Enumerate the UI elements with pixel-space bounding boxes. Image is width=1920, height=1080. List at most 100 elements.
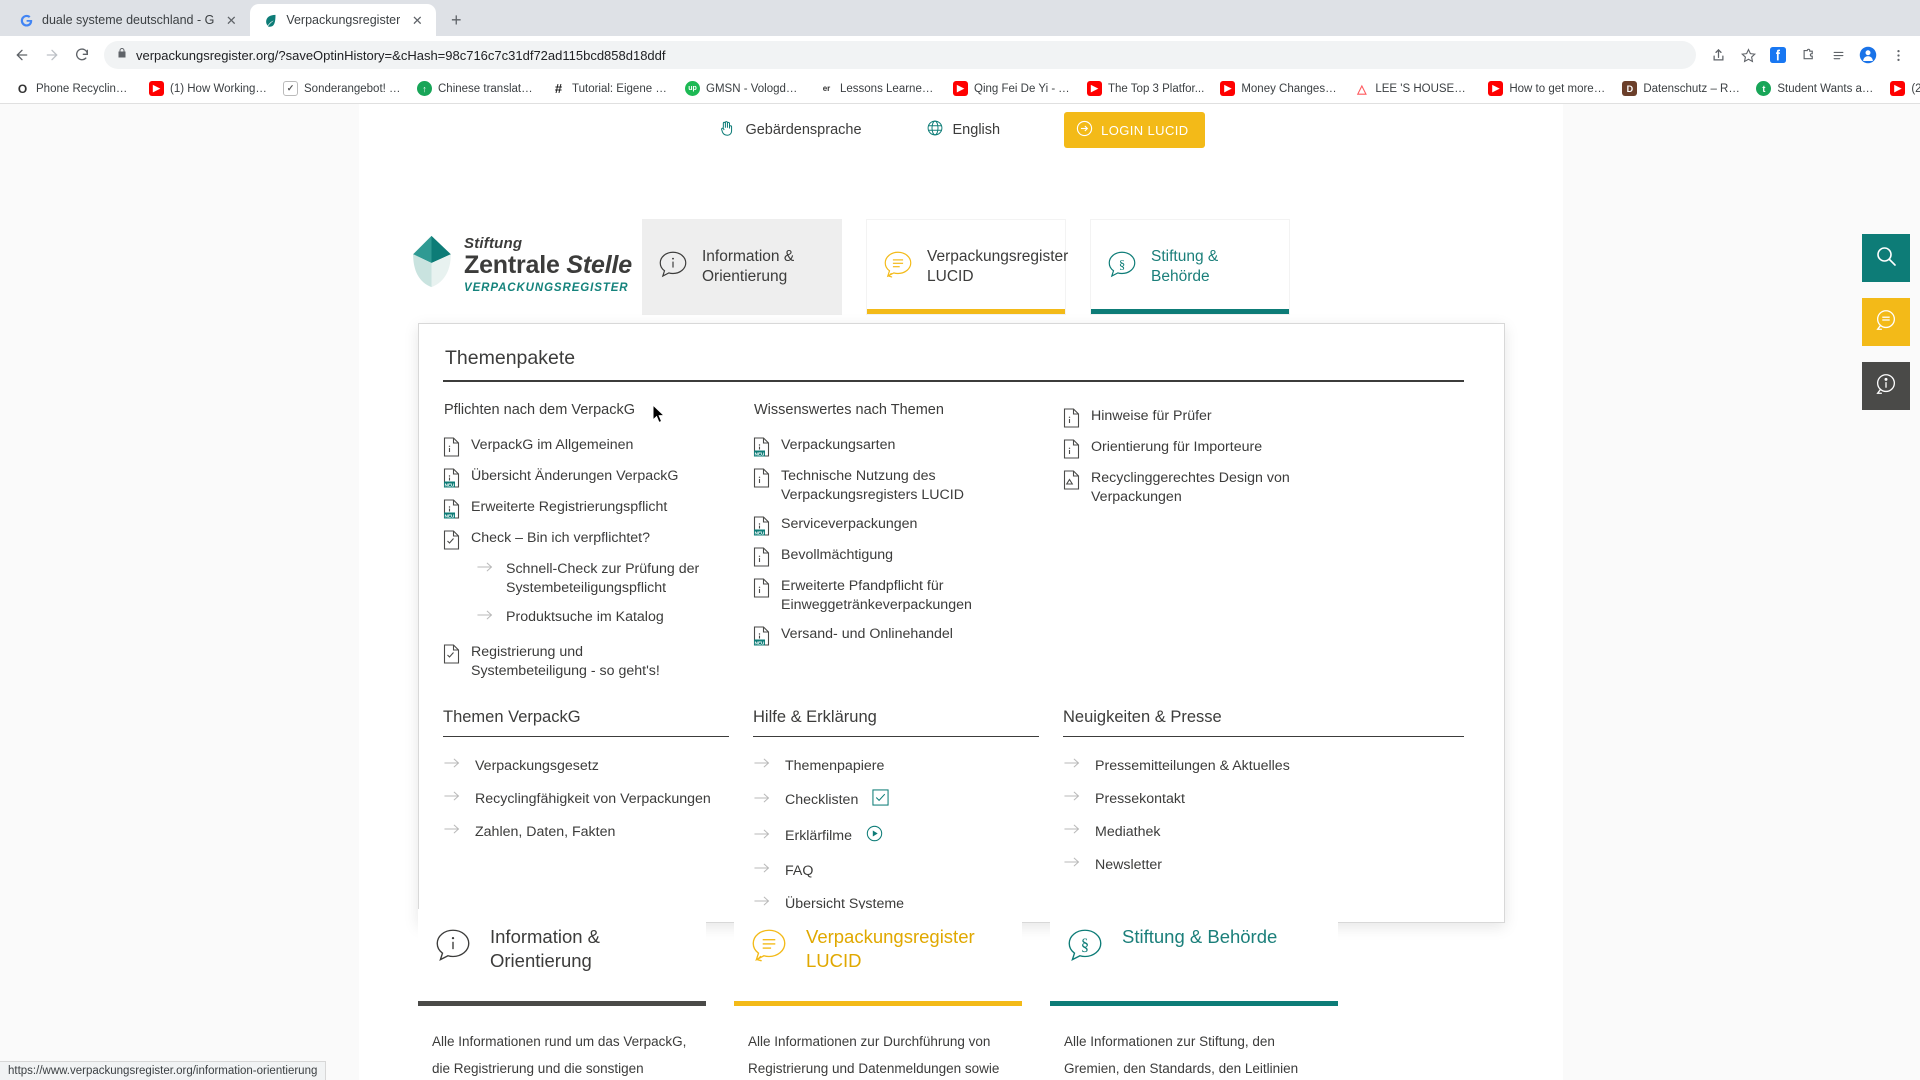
menu-link-recyclinggerechtes-design[interactable]: Recyclinggerechtes Design von Verpackung…: [1063, 464, 1464, 512]
menu-link-serviceverpackungen[interactable]: NEU Serviceverpackungen: [753, 510, 1063, 541]
info-speech-icon: [656, 248, 690, 287]
tab-title: Verpackungsregister: [286, 13, 401, 27]
section-title: Hilfe & Erklärung: [753, 707, 877, 726]
menu-link-versand-onlinehandel[interactable]: NEU Versand- und Onlinehandel: [753, 620, 1063, 651]
bookmark-item[interactable]: O Phone Recycling,...: [8, 78, 140, 99]
nav-tab-stiftung-behoerde[interactable]: § Stiftung & Behörde: [1090, 219, 1290, 315]
section-link-recyclingfaehigkeit[interactable]: Recyclingfähigkeit von Verpackungen: [443, 782, 729, 815]
menu-link-erweiterte-registrierungspflicht[interactable]: NEU Erweiterte Registrierungspflicht: [443, 493, 753, 524]
menu-link-verpackungsarten[interactable]: NEU Verpackungsarten: [753, 431, 1063, 462]
page-viewport: Gebärdensprache English LOGIN LUCID Stif…: [0, 104, 1920, 1080]
bookmark-item[interactable]: D Datenschutz – Re...: [1615, 78, 1747, 99]
bookmark-item[interactable]: ▶ Money Changes E...: [1213, 78, 1345, 99]
bookmark-label: Datenschutz – Re...: [1643, 82, 1741, 95]
doc-info-icon: [753, 468, 770, 488]
teaser-card-verpackungsregister-lucid[interactable]: Verpackungsregister LUCID Alle Informatio…: [734, 909, 1022, 1080]
check-box-icon: [872, 789, 889, 811]
bookmark-favicon: ▶: [953, 81, 968, 96]
site-logo[interactable]: Stiftung Zentrale Stelle VERPACKUNGSREGI…: [409, 234, 632, 297]
bookmark-item[interactable]: up GMSN - Vologda,...: [678, 78, 810, 99]
teaser-card-stiftung-behoerde[interactable]: § Stiftung & Behörde Alle Informationen …: [1050, 909, 1338, 1080]
bookmark-label: How to get more v...: [1509, 82, 1607, 95]
menu-link-label: Recyclinggerechtes Design von Verpackung…: [1091, 470, 1290, 505]
menu-link-hinweise-fuer-pruefer[interactable]: Hinweise für Prüfer: [1063, 402, 1464, 433]
bookmark-item[interactable]: ✓ Sonderangebot! |...: [276, 78, 408, 99]
menu-link-label: Serviceverpackungen: [781, 515, 918, 532]
login-lucid-button[interactable]: LOGIN LUCID: [1064, 112, 1205, 148]
reload-icon[interactable]: [68, 41, 96, 69]
bookmark-item[interactable]: t Student Wants an...: [1749, 78, 1881, 99]
menu-sublink-produktsuche[interactable]: Produktsuche im Katalog: [443, 603, 753, 632]
bookmark-item[interactable]: ▶ (1) How Working a...: [142, 78, 274, 99]
language-link[interactable]: English: [926, 119, 1000, 141]
bookmark-item[interactable]: # Tutorial: Eigene Fa...: [544, 78, 676, 99]
bookmark-item[interactable]: er Lessons Learned f...: [812, 78, 944, 99]
menu-link-label: VerpackG im Allgemeinen: [471, 437, 634, 453]
nav-tab-label: Stiftung & Behörde: [1151, 247, 1219, 285]
section-link-checklisten[interactable]: Checklisten: [753, 782, 1039, 818]
nav-tab-underline: [642, 310, 842, 315]
section-link-zahlen-daten-fakten[interactable]: Zahlen, Daten, Fakten: [443, 815, 729, 848]
extensions-icon[interactable]: [1794, 41, 1822, 69]
bookmark-favicon: D: [1622, 81, 1638, 96]
menu-icon[interactable]: [1884, 41, 1912, 69]
side-button-contact[interactable]: [1862, 298, 1910, 346]
browser-tab-1[interactable]: Verpackungsregister ✕: [250, 4, 437, 36]
section-link-faq[interactable]: FAQ: [753, 854, 1039, 887]
share-icon[interactable]: [1704, 41, 1732, 69]
bookmark-item[interactable]: ▶ Qing Fei De Yi - Y...: [946, 78, 1078, 99]
side-button-search[interactable]: [1862, 234, 1910, 282]
menu-link-uebersicht-aenderungen[interactable]: NEU Übersicht Änderungen VerpackG: [443, 462, 753, 493]
side-button-info[interactable]: [1862, 362, 1910, 410]
forward-icon[interactable]: [38, 41, 66, 69]
card-title: Verpackungsregister LUCID: [806, 926, 975, 971]
profile-icon[interactable]: [1854, 41, 1882, 69]
section-rule: [1063, 735, 1464, 737]
nav-tab-verpackungsregister-lucid[interactable]: Verpackungsregister LUCID: [866, 219, 1068, 315]
section-link-newsletter[interactable]: Newsletter: [1063, 848, 1464, 881]
bookmark-item[interactable]: ▶ (2) How To Add A...: [1883, 78, 1920, 99]
bookmark-item[interactable]: ↑ Chinese translatio...: [410, 78, 542, 99]
doc-info-new-icon: NEU: [753, 516, 770, 536]
section-link-pressemitteilungen[interactable]: Pressemitteilungen & Aktuelles: [1063, 749, 1464, 782]
new-tab-button[interactable]: +: [442, 6, 470, 34]
arrow-right-icon: [444, 822, 461, 841]
menu-link-check-bin-ich-verpflichtet[interactable]: Check – Bin ich verpflichtet?: [443, 524, 753, 555]
menu-link-erweiterte-pfandpflicht[interactable]: Erweiterte Pfandpflicht für Einweggeträn…: [753, 572, 1063, 620]
sign-language-link[interactable]: Gebärdensprache: [717, 119, 862, 142]
tab-strip: duale systeme deutschland - G ✕ Verpacku…: [0, 0, 1920, 36]
browser-tab-0[interactable]: duale systeme deutschland - G ✕: [6, 4, 250, 36]
section-link-pressekontakt[interactable]: Pressekontakt: [1063, 782, 1464, 815]
card-body: Alle Informationen zur Durchführung von …: [748, 1034, 1000, 1076]
arrow-right-icon: [754, 756, 771, 775]
menu-sublink-schnell-check[interactable]: Schnell-Check zur Prüfung der Systembete…: [443, 555, 753, 603]
page-left-gutter: [0, 104, 359, 1080]
menu-link-verpackg-allgemeinen[interactable]: VerpackG im Allgemeinen: [443, 431, 753, 462]
teaser-card-information-orientierung[interactable]: Information & Orientierung Alle Informati…: [418, 909, 706, 1080]
info-icon: [1873, 371, 1899, 402]
section-link-erklaerfilme[interactable]: Erklärfilme: [753, 818, 1039, 854]
bookmark-item[interactable]: ▶ The Top 3 Platfor...: [1080, 78, 1211, 99]
bookmark-label: Money Changes E...: [1241, 82, 1339, 95]
bookmark-item[interactable]: △ LEE 'S HOUSE—...: [1347, 78, 1479, 99]
menu-link-technische-nutzung[interactable]: Technische Nutzung des Verpackungsregist…: [753, 462, 1063, 510]
section-link-mediathek[interactable]: Mediathek: [1063, 815, 1464, 848]
section-link-verpackungsgesetz[interactable]: Verpackungsgesetz: [443, 749, 729, 782]
bookmark-item[interactable]: ▶ How to get more v...: [1481, 78, 1613, 99]
globe-icon: [926, 119, 944, 141]
menu-link-bevollmaechtigung[interactable]: Bevollmächtigung: [753, 541, 1063, 572]
url-text: verpackungsregister.org/?saveOptinHistor…: [136, 47, 666, 63]
close-icon[interactable]: ✕: [222, 11, 240, 29]
address-bar[interactable]: verpackungsregister.org/?saveOptinHistor…: [104, 41, 1696, 69]
doc-check-icon: [443, 644, 460, 664]
facebook-icon[interactable]: [1764, 41, 1792, 69]
section-link-themenpapiere[interactable]: Themenpapiere: [753, 749, 1039, 782]
list-icon[interactable]: [1824, 41, 1852, 69]
chat-icon: [1873, 307, 1899, 338]
menu-link-orientierung-fuer-importeure[interactable]: Orientierung für Importeure: [1063, 433, 1464, 464]
nav-tab-information-orientierung[interactable]: Information & Orientierung: [642, 219, 842, 315]
star-icon[interactable]: [1734, 41, 1762, 69]
menu-link-registrierung-systembeteiligung[interactable]: Registrierung und Systembeteiligung - so…: [443, 638, 753, 686]
close-icon[interactable]: ✕: [408, 11, 426, 29]
back-icon[interactable]: [8, 41, 36, 69]
